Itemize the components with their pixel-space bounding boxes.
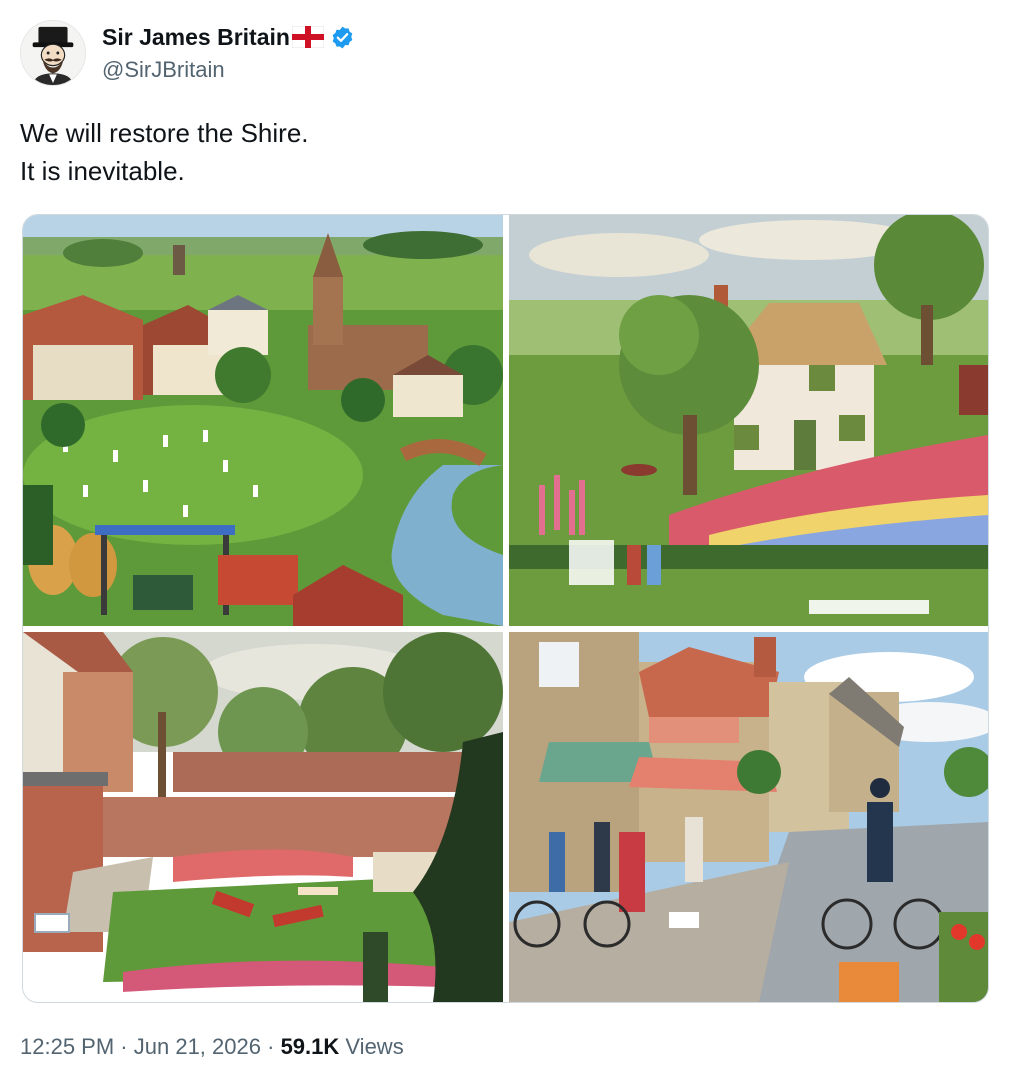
tweet-text-line: We will restore the Shire. (20, 118, 309, 148)
village-high-street-painting[interactable] (509, 632, 988, 1002)
village-cricket-green-painting[interactable] (23, 215, 503, 626)
verified-badge-icon[interactable] (330, 25, 355, 50)
author-handle[interactable]: @SirJBritain (102, 56, 225, 84)
views-count[interactable]: 59.1K (281, 1034, 340, 1059)
tweet-text-line: It is inevitable. (20, 156, 185, 186)
tweet-time[interactable]: 12:25 PM (20, 1034, 114, 1059)
thatched-cottage-garden-painting[interactable] (509, 215, 988, 626)
meta-separator: · (267, 1034, 275, 1059)
author-name-row[interactable]: Sir James Britain (102, 22, 355, 52)
top-hat-gentleman-icon (21, 21, 85, 85)
tweet-text: We will restore the Shire. It is inevita… (20, 114, 309, 190)
tweet-date[interactable]: Jun 21, 2026 (134, 1034, 261, 1059)
england-flag-icon (291, 26, 324, 48)
avatar[interactable] (20, 20, 86, 86)
meta-separator: · (120, 1034, 128, 1059)
display-name[interactable]: Sir James Britain (102, 22, 290, 52)
views-label: Views (345, 1034, 404, 1059)
tweet-meta: 12:25 PM · Jun 21, 2026 · 59.1K Views (20, 1032, 404, 1062)
tweet: Sir James Britain @SirJBritain We will r… (0, 0, 1010, 1077)
media-grid (22, 214, 989, 1003)
walled-garden-painting[interactable] (23, 632, 503, 1002)
